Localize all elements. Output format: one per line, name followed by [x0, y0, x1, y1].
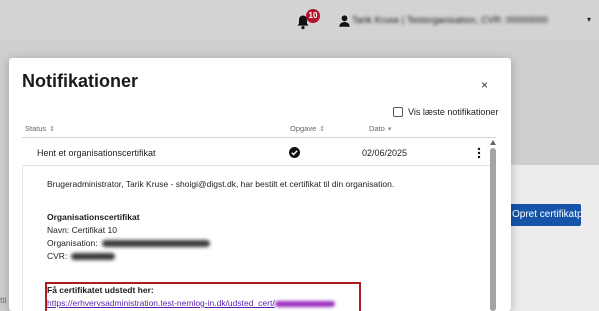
- scrollbar[interactable]: [489, 138, 497, 311]
- sort-descending-icon: ▾: [387, 126, 392, 133]
- more-options-icon[interactable]: [476, 147, 482, 159]
- task-complete-check-icon: [289, 147, 300, 158]
- column-header-status[interactable]: Status ⇕: [25, 124, 55, 133]
- create-certificate-profile-button[interactable]: Opret certifikatprofil: [509, 204, 581, 226]
- certificate-name: Navn: Certifikat 10: [47, 225, 117, 235]
- background-text-fragment: tti: [0, 296, 7, 305]
- user-menu-label[interactable]: Tarik Kruse | Testorganisation, CVR: 000…: [352, 15, 548, 25]
- certificate-organisation: Organisation:: [47, 238, 210, 248]
- sort-icon: ⇕: [49, 126, 56, 133]
- column-header-dato-label: Dato: [369, 124, 385, 133]
- top-bar: 10 Tarik Kruse | Testorganisation, CVR: …: [0, 0, 599, 40]
- close-icon[interactable]: ×: [481, 78, 488, 92]
- notification-message: Brugeradministrator, Tarik Kruse - shoig…: [47, 179, 395, 189]
- fetch-certificate-label: Få certifikatet udstedt her:: [47, 285, 154, 295]
- redacted-link-suffix: [274, 300, 335, 307]
- show-read-notifications-toggle[interactable]: Vis læste notifikationer: [393, 107, 498, 117]
- show-read-checkbox[interactable]: [393, 107, 403, 117]
- notification-title: Hent et organisationscertifikat: [37, 148, 156, 158]
- user-icon: [339, 15, 350, 27]
- notification-count-badge: 10: [306, 9, 320, 23]
- background-card: [500, 165, 599, 311]
- certificate-heading: Organisationscertifikat: [47, 212, 140, 222]
- show-read-label: Vis læste notifikationer: [408, 107, 499, 117]
- organisation-label: Organisation:: [47, 238, 98, 248]
- redacted-value: [101, 240, 210, 248]
- certificate-cvr: CVR:: [47, 251, 116, 261]
- fetch-certificate-link[interactable]: https://erhvervsadministration.test-neml…: [47, 298, 335, 308]
- column-header-dato[interactable]: Dato ▾: [369, 124, 391, 133]
- column-header-status-label: Status: [25, 124, 47, 133]
- cvr-label: CVR:: [47, 251, 68, 261]
- notification-date: 02/06/2025: [362, 148, 408, 158]
- table-row[interactable]: Hent et organisationscertifikat 02/06/20…: [22, 138, 496, 166]
- redacted-value: [71, 253, 116, 261]
- dialog-title: Notifikationer: [22, 71, 139, 91]
- column-header-opgave-label: Opgave: [290, 124, 317, 133]
- notification-detail: Brugeradministrator, Tarik Kruse - shoig…: [22, 167, 489, 311]
- sort-icon: ⇕: [319, 126, 326, 133]
- scroll-up-arrow-icon[interactable]: [490, 140, 496, 145]
- caret-down-icon[interactable]: ▾: [587, 15, 591, 24]
- fetch-certificate-url[interactable]: https://erhvervsadministration.test-neml…: [47, 298, 275, 308]
- scrollbar-thumb[interactable]: [490, 148, 496, 311]
- notifications-dialog: Notifikationer × Vis læste notifikatione…: [9, 58, 511, 311]
- column-header-opgave[interactable]: Opgave ⇕: [290, 124, 325, 133]
